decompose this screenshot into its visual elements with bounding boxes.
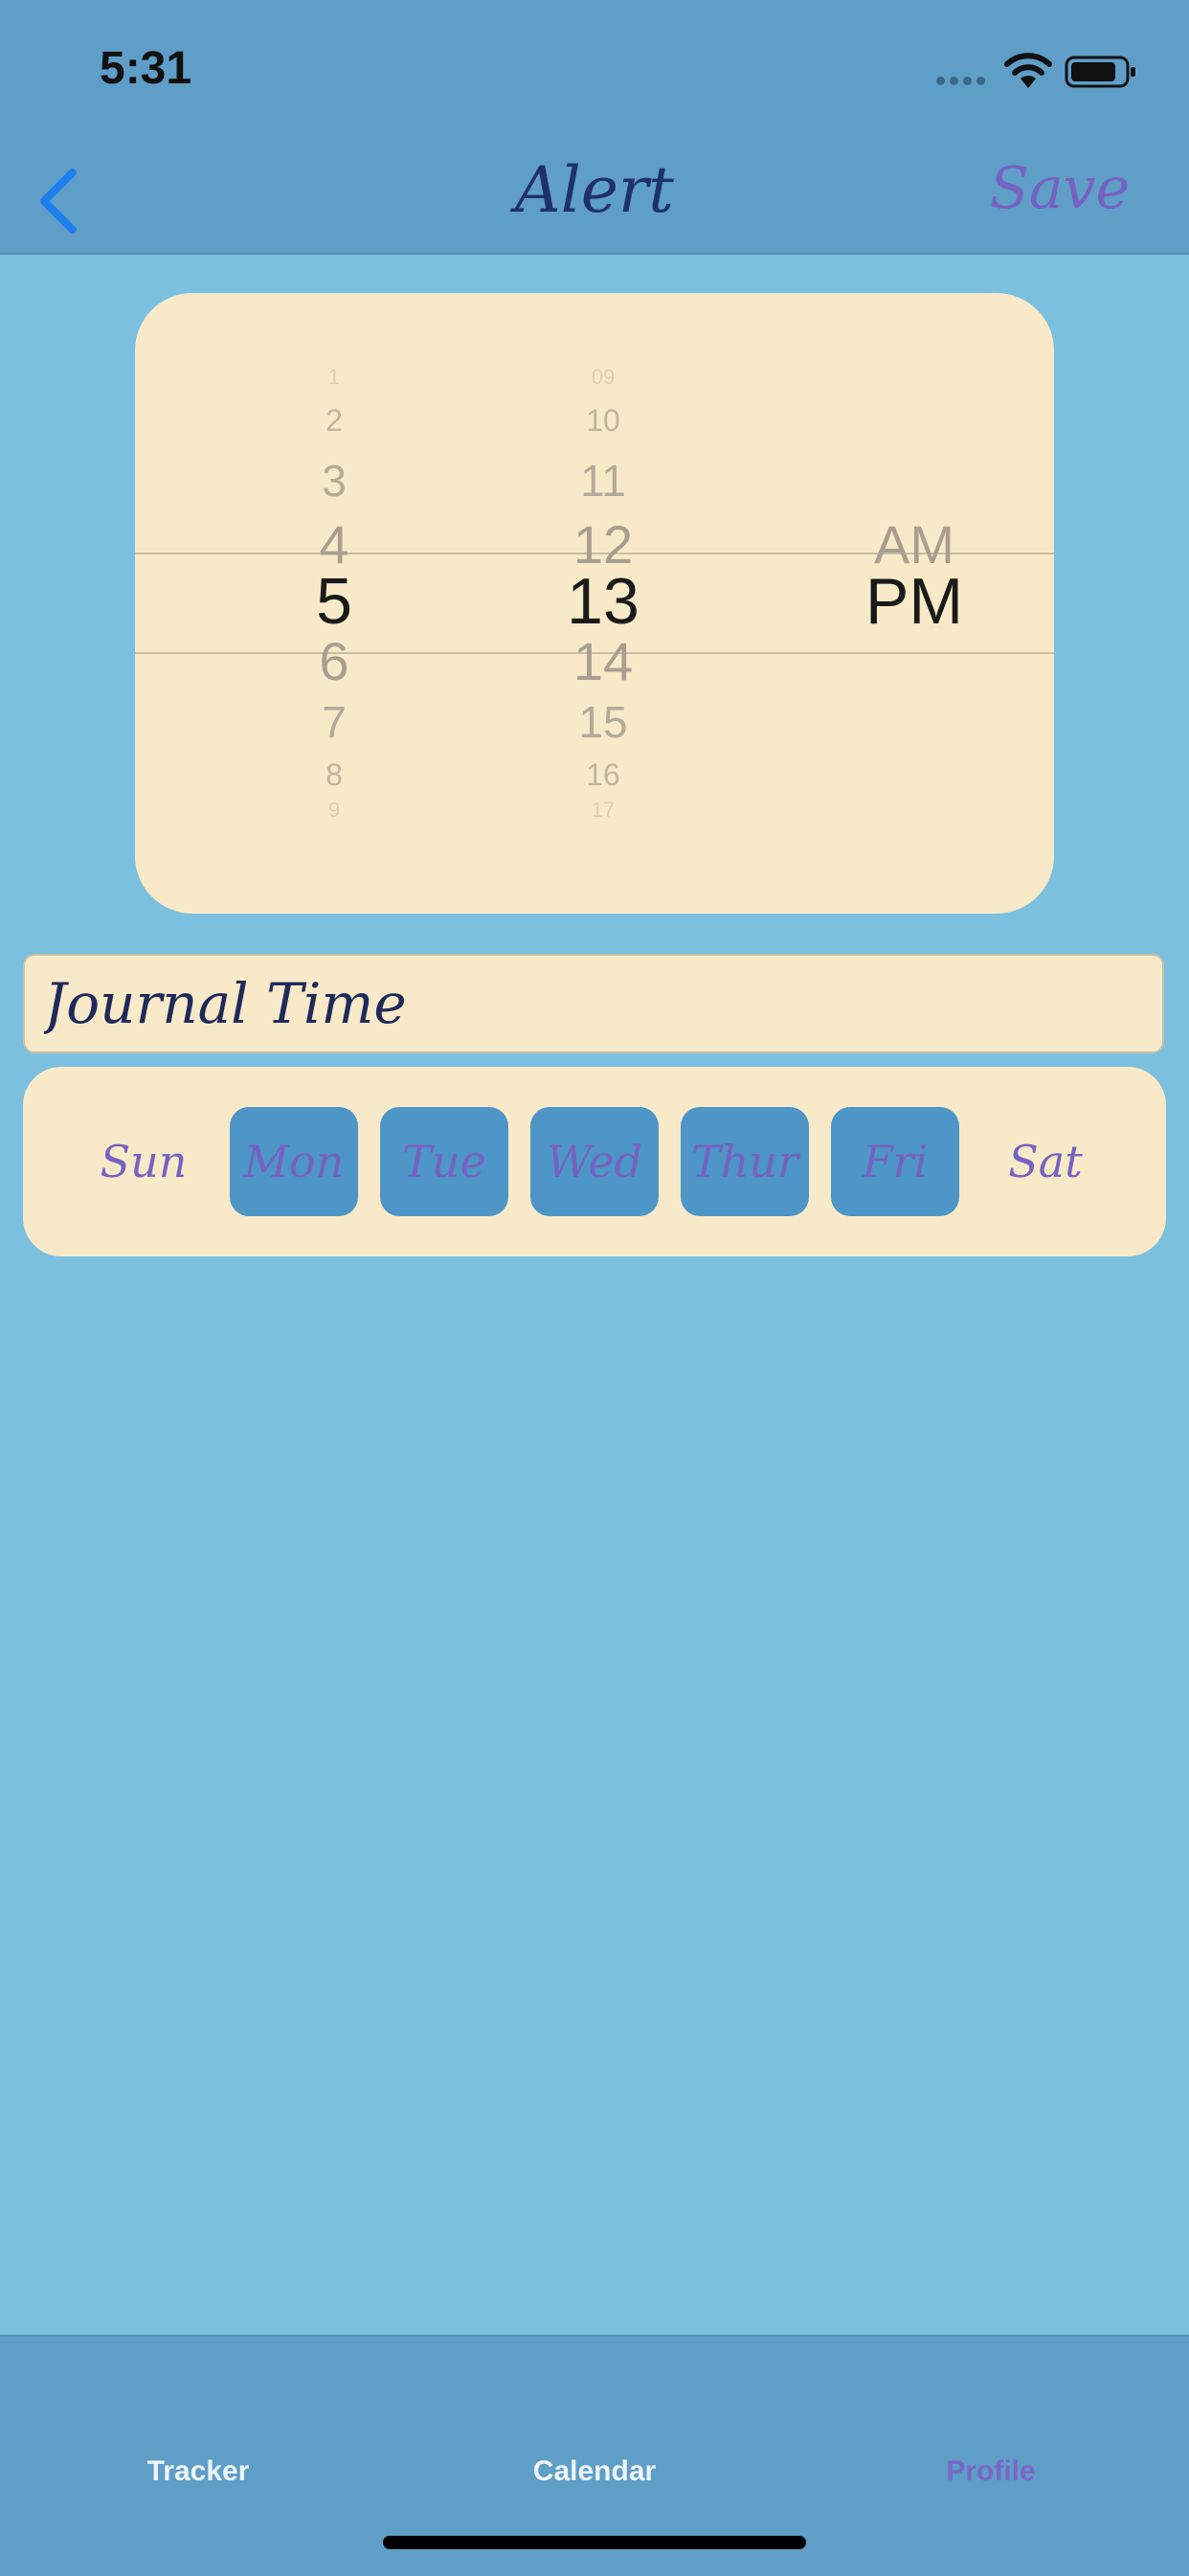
day-toggle-wed[interactable]: Wed: [530, 1107, 659, 1216]
minute-option[interactable]: 11: [507, 455, 699, 507]
hour-option[interactable]: 9: [238, 798, 430, 823]
alert-title-input[interactable]: [23, 954, 1164, 1053]
minute-option[interactable]: 16: [507, 757, 699, 793]
hour-option[interactable]: 2: [238, 403, 430, 439]
hour-wheel[interactable]: 123456789: [238, 293, 430, 914]
day-selector: Sun Mon Tue Wed Thur Fri Sat: [23, 1067, 1166, 1256]
tab-profile[interactable]: Profile: [793, 2455, 1189, 2488]
minute-option[interactable]: 15: [507, 696, 699, 748]
status-bar: 5:31: [0, 0, 1189, 144]
day-toggle-thur[interactable]: Thur: [681, 1107, 809, 1216]
minute-wheel[interactable]: 09 10 11 12 13 14 15 16 17: [507, 293, 699, 914]
nav-bar: Alert Save: [0, 144, 1189, 255]
home-indicator: [383, 2536, 806, 2549]
day-toggle-fri[interactable]: Fri: [831, 1107, 959, 1216]
hour-option[interactable]: 8: [238, 757, 430, 793]
day-toggle-mon[interactable]: Mon: [230, 1107, 358, 1216]
hour-option[interactable]: 3: [238, 455, 430, 507]
day-toggle-sat[interactable]: Sat: [981, 1107, 1110, 1216]
hour-option[interactable]: 7: [238, 696, 430, 748]
status-time: 5:31: [100, 43, 192, 94]
minute-option[interactable]: 17: [507, 798, 699, 823]
cellular-signal-icon: [936, 77, 985, 85]
minute-option[interactable]: 10: [507, 403, 699, 439]
tab-calendar[interactable]: Calendar: [396, 2455, 793, 2488]
tab-tracker[interactable]: Tracker: [0, 2455, 396, 2488]
battery-icon: [1065, 56, 1135, 88]
save-button[interactable]: Save: [990, 155, 1130, 222]
minute-option-selected[interactable]: 13: [507, 564, 699, 639]
minute-option[interactable]: 09: [507, 365, 699, 390]
hour-option[interactable]: 1: [238, 365, 430, 390]
wifi-icon: [1004, 53, 1052, 88]
hour-option[interactable]: 6: [238, 630, 430, 692]
time-picker[interactable]: 123456789 09 10 11 12 13 14 15 16 17 AM PM: [135, 293, 1054, 914]
hour-option-selected[interactable]: 5: [238, 564, 430, 639]
day-toggle-tue[interactable]: Tue: [380, 1107, 508, 1216]
day-toggle-sun[interactable]: Sun: [79, 1107, 208, 1216]
minute-option[interactable]: 14: [507, 630, 699, 692]
period-option-selected[interactable]: PM: [819, 564, 1010, 639]
period-wheel[interactable]: AM PM: [819, 293, 1010, 914]
